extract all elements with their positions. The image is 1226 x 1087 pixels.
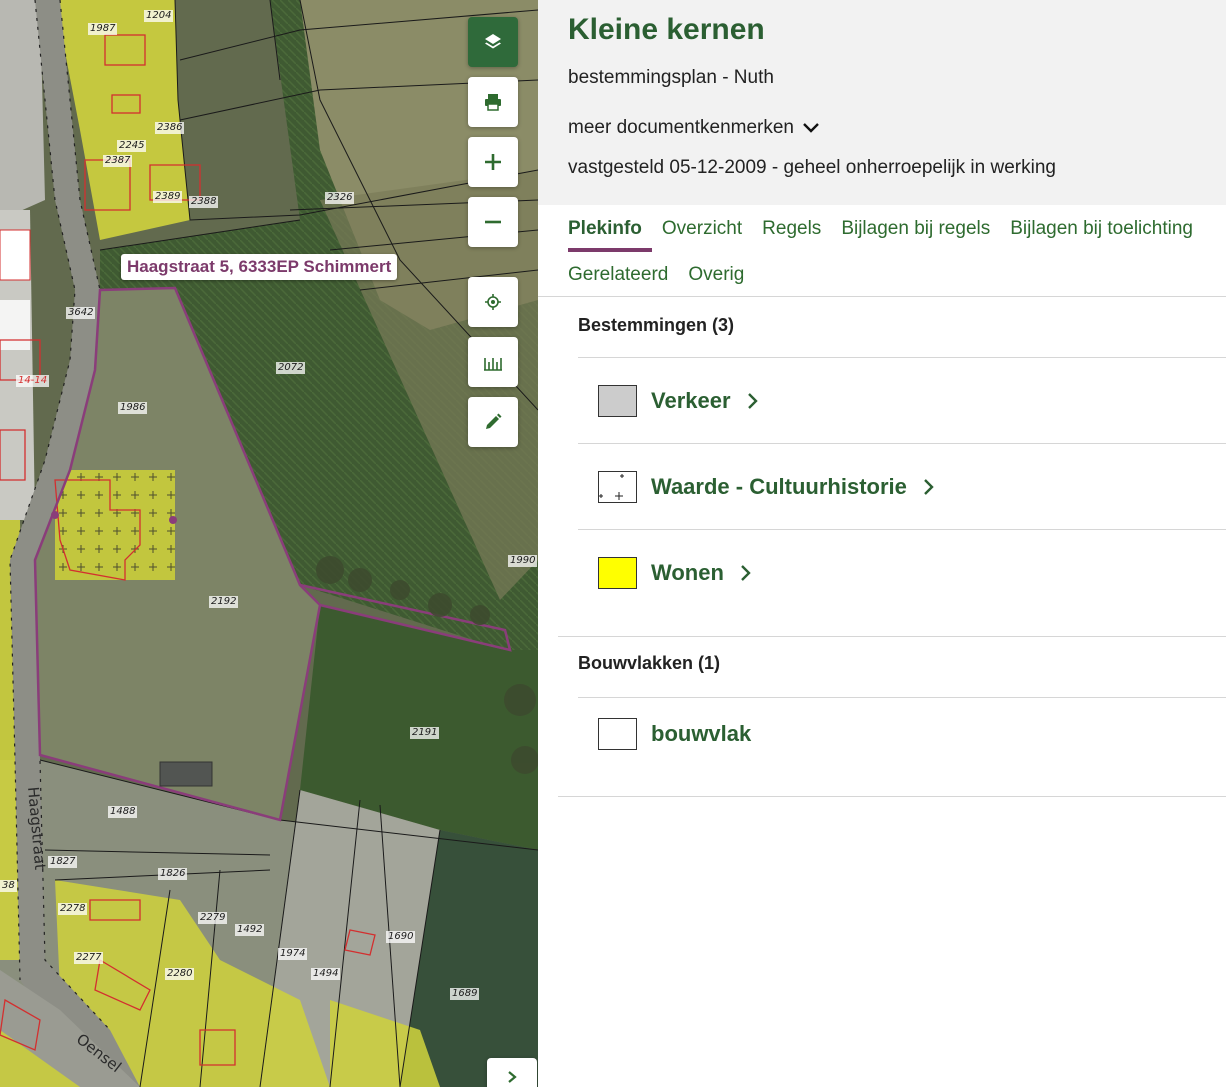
parcel-label: 2387 xyxy=(103,155,133,167)
list-item-label: bouwvlak xyxy=(651,721,752,746)
document-status: vastgesteld 05-12-2009 - geheel onherroe… xyxy=(568,157,1056,178)
legend-swatch-bouwvlak xyxy=(598,718,637,750)
divider xyxy=(558,796,1226,797)
parcel-label: 2386 xyxy=(155,122,185,134)
list-item-label: Verkeer xyxy=(651,387,731,413)
list-item-bouwvlak[interactable]: bouwvlak xyxy=(578,698,1226,770)
bestemmingen-heading: Bestemmingen (3) xyxy=(578,315,735,335)
parcel-label: 1826 xyxy=(158,868,188,880)
legend-swatch-cultuurhistorie xyxy=(598,470,637,503)
plus-icon xyxy=(485,154,501,170)
list-item-label: Waarde - Cultuurhistorie xyxy=(651,473,907,499)
panel-toggle-button[interactable] xyxy=(487,1058,537,1087)
chevron-right-icon xyxy=(747,392,759,410)
parcel-label: 2191 xyxy=(410,727,440,739)
parcel-label: 2326 xyxy=(325,192,355,204)
bestemmingen-list: Verkeer Waarde - Cultuurhistorie Wonen xyxy=(578,357,1226,616)
tab-overzicht[interactable]: Overzicht xyxy=(652,205,752,252)
legend-swatch-wonen xyxy=(598,557,637,589)
draw-button[interactable] xyxy=(468,397,518,447)
document-subtitle: bestemmingsplan - Nuth xyxy=(568,67,774,88)
bouwvlakken-heading: Bouwvlakken (1) xyxy=(578,653,721,673)
tab-gerelateerd[interactable]: Gerelateerd xyxy=(558,252,678,296)
parcel-label: 1974 xyxy=(278,948,308,960)
chevron-right-icon xyxy=(923,478,935,496)
list-item-label: Wonen xyxy=(651,560,724,585)
list-item-waarde-cultuurhistorie[interactable]: Waarde - Cultuurhistorie xyxy=(578,444,1226,530)
meta-toggle-button[interactable]: meer documentkenmerken xyxy=(568,116,1196,140)
parcel-label: 2192 xyxy=(209,596,239,608)
parcel-label: 38 xyxy=(0,880,17,892)
parcel-label: 1827 xyxy=(48,856,78,868)
parcel-label: 14-14 xyxy=(16,375,50,387)
tab-regels[interactable]: Regels xyxy=(752,205,831,252)
list-item-verkeer[interactable]: Verkeer xyxy=(578,358,1226,444)
layers-icon xyxy=(485,34,501,49)
parcel-label: 2388 xyxy=(189,196,219,208)
tab-bijlagen-bij-toelichting[interactable]: Bijlagen bij toelichting xyxy=(1000,205,1203,252)
tab-row: Plekinfo Overzicht Regels Bijlagen bij r… xyxy=(558,205,1226,252)
parcel-label: 1689 xyxy=(450,988,480,1000)
parcel-label: 2072 xyxy=(276,362,306,374)
minus-icon xyxy=(485,220,501,224)
parcel-label: 1494 xyxy=(311,968,341,980)
tab-bijlagen-bij-regels[interactable]: Bijlagen bij regels xyxy=(831,205,1000,252)
document-title: Kleine kernen xyxy=(568,13,765,46)
bouwvlakken-list: bouwvlak xyxy=(578,697,1226,770)
zoom-out-button[interactable] xyxy=(468,197,518,247)
parcel-label: 2280 xyxy=(165,968,195,980)
print-icon xyxy=(485,94,501,111)
parcel-label: 1204 xyxy=(144,10,174,22)
side-panel: Kleine kernen bestemmingsplan - Nuth mee… xyxy=(538,0,1226,1087)
parcel-label: 2278 xyxy=(58,903,88,915)
parcel-label: 2277 xyxy=(74,952,104,964)
tab-row: Gerelateerd Overig xyxy=(558,252,1226,296)
parcel-label: 2389 xyxy=(153,191,183,203)
parcel-label: 1987 xyxy=(88,23,118,35)
tab-overig[interactable]: Overig xyxy=(678,252,754,296)
parcel-label: 1986 xyxy=(118,402,148,414)
tab-bar: Plekinfo Overzicht Regels Bijlagen bij r… xyxy=(538,205,1226,297)
print-button[interactable] xyxy=(468,77,518,127)
legend-swatch-verkeer xyxy=(598,384,637,417)
chevron-right-icon xyxy=(740,564,752,582)
measure-button[interactable] xyxy=(468,337,518,387)
chevron-down-icon xyxy=(803,123,819,133)
pencil-icon xyxy=(486,413,502,429)
list-item-wonen[interactable]: Wonen xyxy=(578,530,1226,616)
parcel-label: 1492 xyxy=(235,924,265,936)
address-callout: Haagstraat 5, 6333EP Schimmert xyxy=(121,254,398,280)
parcel-label: 1488 xyxy=(108,806,138,818)
parcel-label: 1990 xyxy=(508,555,538,567)
document-header: Kleine kernen bestemmingsplan - Nuth mee… xyxy=(538,0,1226,205)
locate-button[interactable] xyxy=(468,277,518,327)
aerial-map-image xyxy=(0,0,538,1087)
map-view[interactable]: 1204 1987 2386 2245 2387 2389 2388 2326 … xyxy=(0,0,538,1087)
ruler-icon xyxy=(484,358,502,371)
parcel-label: 1690 xyxy=(386,931,416,943)
zoom-in-button[interactable] xyxy=(468,137,518,187)
chevron-right-icon xyxy=(508,1071,517,1083)
layers-button[interactable] xyxy=(468,17,518,67)
tab-plekinfo[interactable]: Plekinfo xyxy=(558,205,652,252)
crosshair-icon xyxy=(485,294,501,310)
parcel-label: 3642 xyxy=(66,307,96,319)
parcel-label: 2245 xyxy=(117,140,147,152)
meta-toggle-label: meer documentkenmerken xyxy=(568,117,794,138)
parcel-label: 2279 xyxy=(198,912,228,924)
